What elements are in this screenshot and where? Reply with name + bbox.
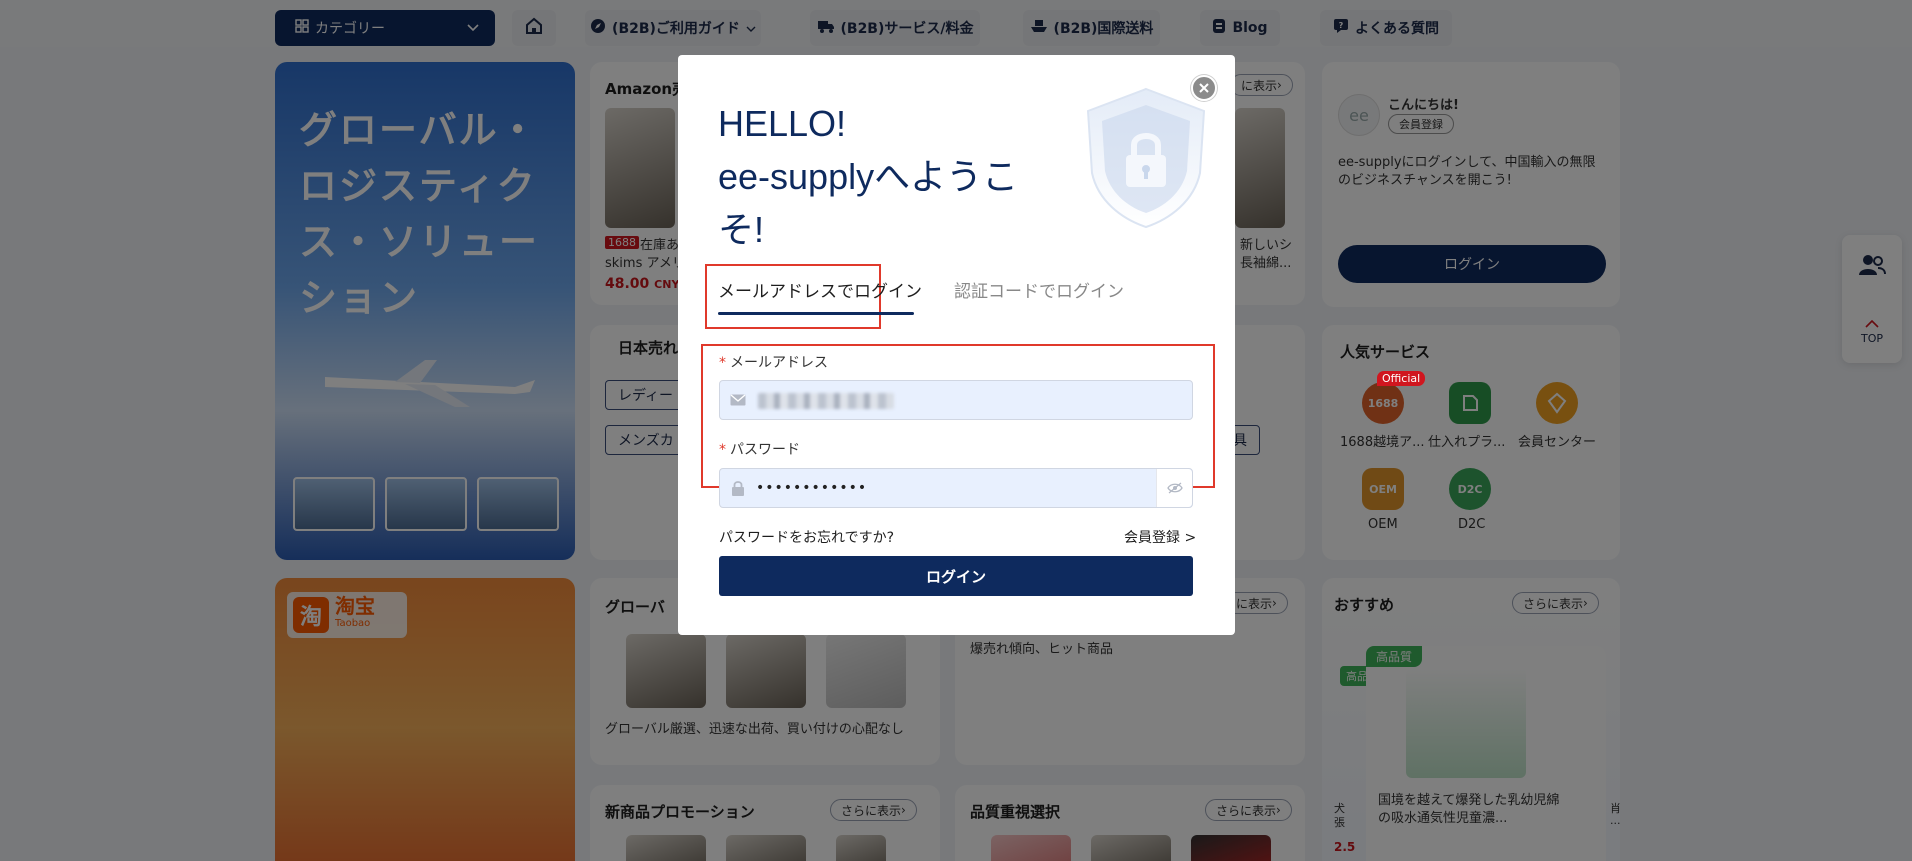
password-field[interactable]: [719, 468, 1193, 508]
redacted-email: [758, 393, 894, 409]
lock-icon: [720, 480, 756, 496]
password-label: * パスワード: [719, 442, 800, 458]
mail-icon: [720, 394, 756, 406]
register-link[interactable]: 会員登録 >: [1124, 527, 1196, 547]
login-modal: HELLO! ee-supplyへようこそ! メールアドレスでログイン 認証コー…: [678, 55, 1235, 635]
welcome-heading: HELLO! ee-supplyへようこそ!: [718, 103, 1019, 250]
toggle-password-visibility[interactable]: [1156, 469, 1192, 507]
eye-off-icon: [1166, 479, 1183, 498]
forgot-password-link[interactable]: パスワードをお忘れですか?: [719, 527, 894, 547]
email-label: * メールアドレス: [719, 355, 828, 371]
password-input[interactable]: [756, 469, 1192, 507]
active-tab-underline: [718, 312, 914, 315]
login-submit-button[interactable]: ログイン: [719, 556, 1193, 596]
email-field[interactable]: [719, 380, 1193, 420]
official-badge: Official: [1377, 371, 1426, 386]
shield-lock-icon: [1086, 87, 1206, 229]
tab-email-login[interactable]: メールアドレスでログイン: [718, 277, 922, 302]
tab-code-login[interactable]: 認証コードでログイン: [954, 277, 1124, 302]
